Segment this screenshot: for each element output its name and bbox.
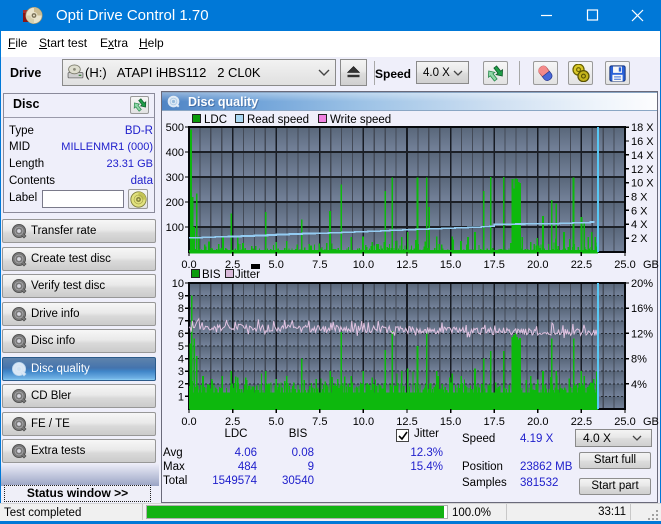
svg-text:15.0: 15.0 — [440, 416, 461, 428]
svg-text:18 X: 18 X — [631, 122, 654, 134]
svg-text:300: 300 — [166, 172, 184, 184]
svg-text:500: 500 — [166, 122, 184, 134]
svg-text:12.5: 12.5 — [396, 416, 417, 428]
svg-text:10.0: 10.0 — [353, 416, 374, 428]
svg-text:12 X: 12 X — [631, 164, 654, 176]
svg-text:9: 9 — [178, 291, 184, 303]
svg-text:7: 7 — [178, 316, 184, 328]
svg-text:16 X: 16 X — [631, 136, 654, 148]
svg-text:10: 10 — [172, 278, 184, 290]
svg-text:14 X: 14 X — [631, 150, 654, 162]
svg-text:GB: GB — [643, 416, 659, 428]
svg-text:0.0: 0.0 — [181, 416, 196, 428]
svg-text:2 X: 2 X — [631, 233, 648, 245]
svg-text:4: 4 — [178, 354, 184, 366]
svg-text:8 X: 8 X — [631, 192, 648, 204]
svg-text:20.0: 20.0 — [527, 416, 548, 428]
svg-text:20%: 20% — [631, 278, 653, 290]
svg-text:22.5: 22.5 — [571, 416, 592, 428]
svg-text:1: 1 — [178, 391, 184, 403]
svg-text:8: 8 — [178, 303, 184, 315]
svg-text:10 X: 10 X — [631, 178, 654, 190]
svg-text:400: 400 — [166, 147, 184, 159]
svg-text:12%: 12% — [631, 328, 653, 340]
svg-text:17.5: 17.5 — [483, 416, 504, 428]
svg-text:200: 200 — [166, 197, 184, 209]
svg-text:2.5: 2.5 — [225, 416, 240, 428]
svg-text:5.0: 5.0 — [269, 416, 284, 428]
svg-text:5: 5 — [178, 341, 184, 353]
svg-text:25.0: 25.0 — [614, 416, 635, 428]
svg-text:3: 3 — [178, 366, 184, 378]
svg-text:7.5: 7.5 — [312, 416, 327, 428]
svg-text:4 X: 4 X — [631, 219, 648, 231]
svg-text:100: 100 — [166, 222, 184, 234]
svg-text:8%: 8% — [631, 354, 647, 366]
svg-text:6: 6 — [178, 328, 184, 340]
svg-text:4%: 4% — [631, 379, 647, 391]
svg-text:16%: 16% — [631, 303, 653, 315]
svg-text:2: 2 — [178, 379, 184, 391]
svg-text:6 X: 6 X — [631, 205, 648, 217]
